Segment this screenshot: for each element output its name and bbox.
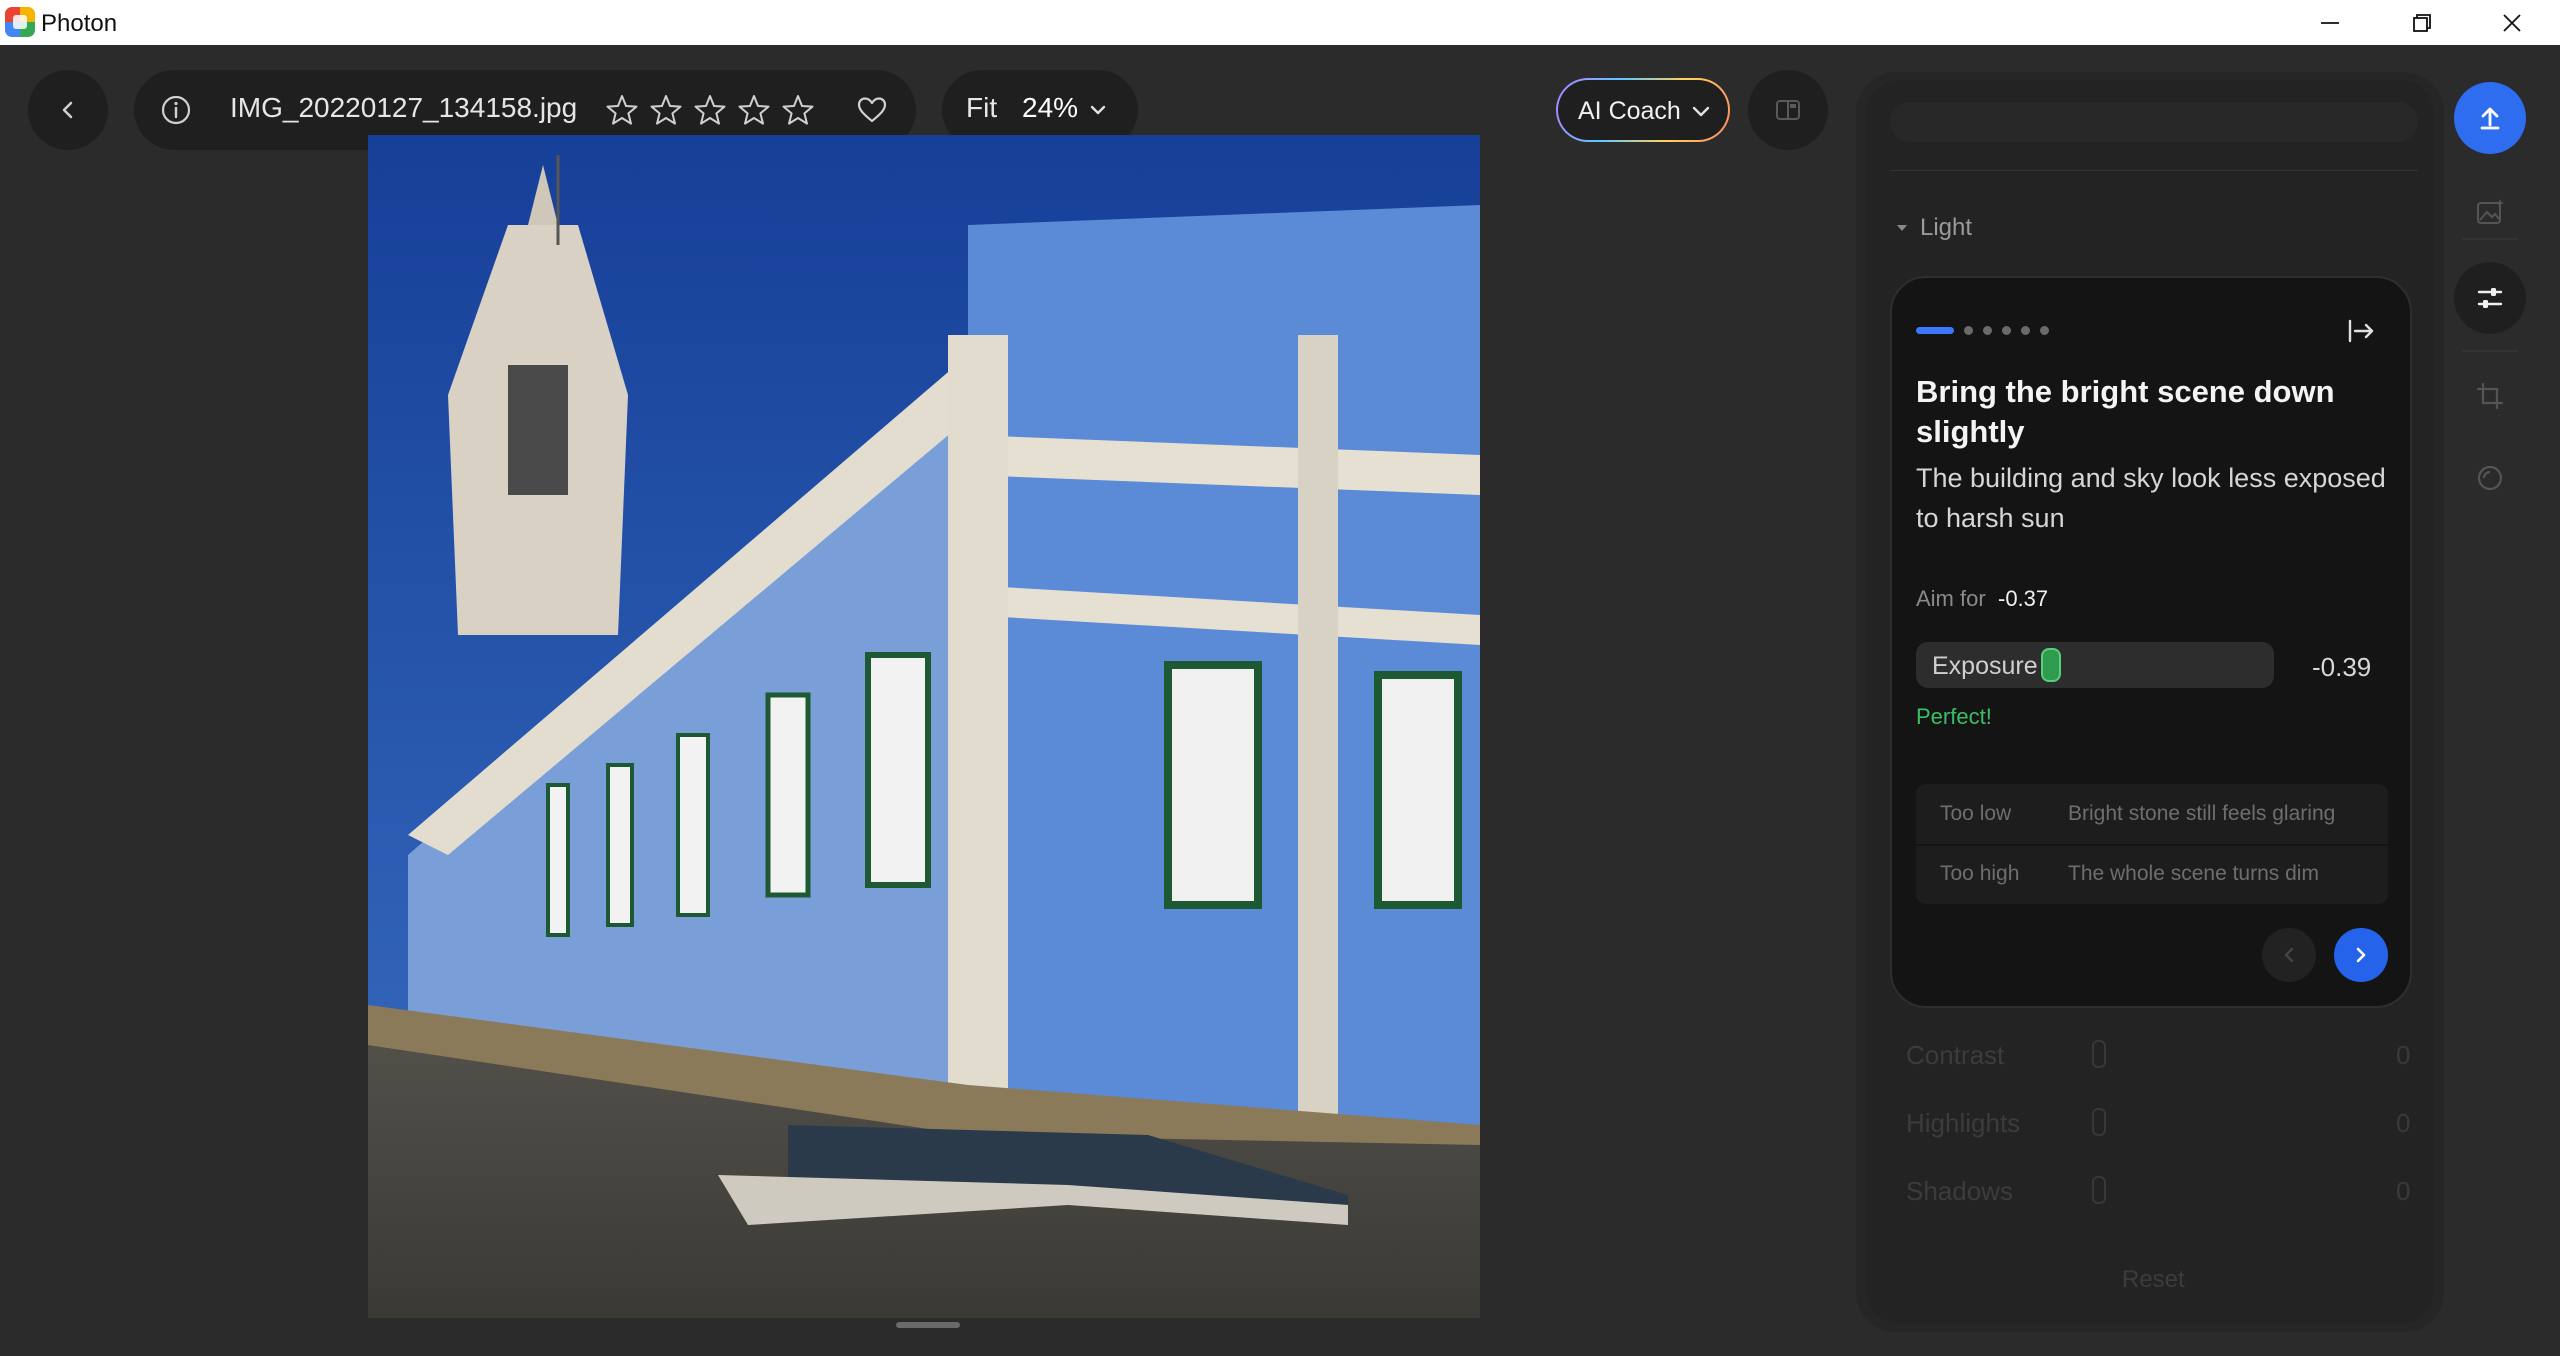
hint-text: Bright stone still feels glaring: [2068, 802, 2336, 825]
star-icon[interactable]: [692, 92, 728, 128]
photo-canvas[interactable]: [368, 135, 1480, 1318]
coach-description: The building and sky look less exposed t…: [1916, 463, 2386, 533]
close-icon: [2503, 13, 2521, 32]
ai-enhance-button[interactable]: [2472, 194, 2508, 230]
hint-key: Too high: [1940, 862, 2020, 885]
exit-coach-icon[interactable]: [2344, 314, 2378, 348]
chevron-down-icon: [1692, 106, 1710, 117]
hint-row: Too low Bright stone still feels glaring: [1916, 784, 2388, 846]
fit-button[interactable]: Fit: [966, 92, 997, 124]
image-sparkle-icon: [2477, 199, 2504, 224]
sliders-icon: [2477, 288, 2503, 308]
star-icon[interactable]: [604, 92, 640, 128]
star-icon[interactable]: [736, 92, 772, 128]
rail-divider: [2462, 350, 2518, 352]
zoom-level[interactable]: 24%: [1022, 92, 1078, 124]
hint-key: Too low: [1940, 802, 2012, 825]
crop-icon: [2476, 382, 2504, 410]
slider-highlights-label: Highlights: [1906, 1108, 2021, 1138]
upload-icon: [2480, 107, 2500, 130]
aim-value: -0.37: [1998, 586, 2049, 611]
reset-button[interactable]: Reset: [2122, 1266, 2185, 1294]
step-dot-active: [1916, 327, 1954, 334]
slider-shadows-value: 0: [2396, 1176, 2411, 1206]
previous-step-button[interactable]: [2262, 928, 2316, 982]
app-logo-icon: [5, 7, 35, 37]
step-dot: [1983, 326, 1992, 335]
chevron-left-icon: [62, 101, 73, 119]
step-dot: [2040, 326, 2049, 335]
step-dot: [2021, 326, 2030, 335]
star-icon[interactable]: [648, 92, 684, 128]
star-icon[interactable]: [780, 92, 816, 128]
panel-header-bar: [1890, 102, 2418, 142]
hint-row: Too high The whole scene turns dim: [1916, 844, 2388, 904]
chevron-left-icon: [2284, 947, 2294, 963]
ai-coach-card: Bring the bright scene down slightly The…: [1890, 276, 2412, 1008]
caret-down-icon[interactable]: [1894, 220, 1910, 236]
ai-coach-label: AI Coach: [1578, 97, 1681, 125]
close-window-button[interactable]: [2474, 0, 2550, 45]
compare-icon: [1776, 100, 1800, 120]
exposure-label: Exposure: [1932, 652, 2038, 680]
star-rating[interactable]: [604, 92, 816, 128]
exposure-slider-knob[interactable]: [2041, 648, 2061, 682]
restore-button[interactable]: [2384, 0, 2460, 45]
file-name: IMG_20220127_134158.jpg: [230, 92, 578, 123]
step-dot: [1964, 326, 1973, 335]
restore-icon: [2413, 13, 2431, 32]
slider-shadows-label: Shadows: [1906, 1176, 2013, 1206]
chevron-down-icon[interactable]: [1088, 100, 1108, 120]
feedback-text: Perfect!: [1916, 704, 1992, 729]
title-bar: Photon: [0, 0, 2560, 45]
hint-table: Too low Bright stone still feels glaring…: [1916, 784, 2388, 904]
heart-icon[interactable]: [856, 94, 888, 126]
filmstrip-handle[interactable]: [896, 1322, 960, 1328]
info-icon[interactable]: [158, 92, 194, 128]
exposure-slider[interactable]: Exposure: [1916, 642, 2274, 688]
hint-text: The whole scene turns dim: [2068, 862, 2319, 885]
step-indicator: [1916, 326, 2049, 335]
mask-button[interactable]: [2472, 460, 2508, 496]
next-step-button[interactable]: [2334, 928, 2388, 982]
section-light-label[interactable]: Light: [1920, 214, 1972, 242]
panel-divider: [1890, 170, 2418, 171]
minimize-icon: [2321, 21, 2339, 24]
slider-contrast-value: 0: [2396, 1040, 2411, 1070]
adjust-button[interactable]: [2454, 262, 2526, 334]
slider-contrast-label: Contrast: [1906, 1040, 2005, 1070]
compare-button[interactable]: [1748, 70, 1828, 150]
app-title: Photon: [41, 10, 118, 37]
mask-icon: [2477, 465, 2503, 491]
crop-button[interactable]: [2472, 378, 2508, 414]
coach-title: Bring the bright scene down slightly: [1916, 374, 2335, 449]
photo-image: [368, 135, 1480, 1318]
slider-highlights-value: 0: [2396, 1108, 2411, 1138]
slider-highlights-knob[interactable]: [2092, 1108, 2106, 1136]
aim-label: Aim for: [1916, 586, 1986, 611]
step-dot: [2002, 326, 2011, 335]
rail-divider: [2462, 238, 2518, 240]
ai-coach-dropdown[interactable]: AI Coach: [1556, 78, 1730, 142]
minimize-button[interactable]: [2292, 0, 2368, 45]
slider-contrast-knob[interactable]: [2092, 1040, 2106, 1068]
slider-shadows-knob[interactable]: [2092, 1176, 2106, 1204]
chevron-right-icon: [2356, 947, 2366, 963]
export-button[interactable]: [2454, 82, 2526, 154]
exposure-value: -0.39: [2312, 652, 2372, 682]
back-button[interactable]: [28, 70, 108, 150]
